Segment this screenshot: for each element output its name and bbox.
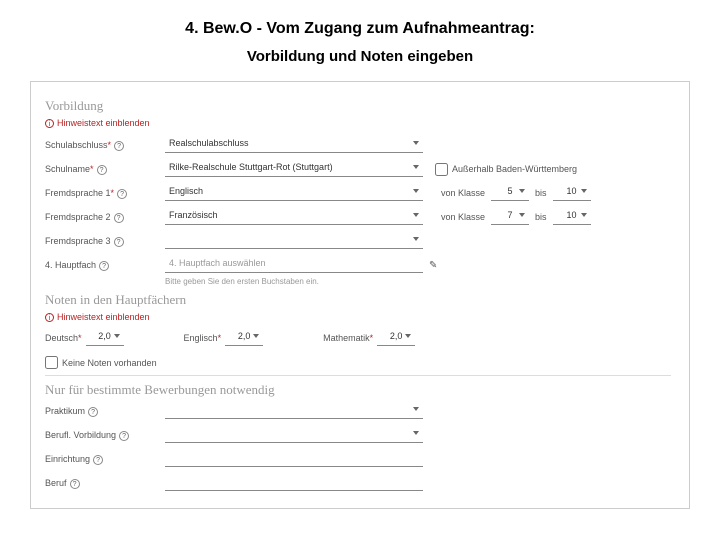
select-fs2-bis[interactable]: 10 <box>553 209 591 225</box>
label-hauptfach4: 4. Hauptfach? <box>45 260 165 271</box>
label-beruf: Beruf? <box>45 478 165 489</box>
pencil-icon[interactable]: ✎ <box>429 260 437 271</box>
label-schulabschluss: Schulabschluss*? <box>45 140 165 151</box>
noten-hint-text: Hinweistext einblenden <box>57 312 150 322</box>
help-icon[interactable]: ? <box>93 455 103 465</box>
label-praktikum: Praktikum? <box>45 406 165 417</box>
input-hauptfach4[interactable]: 4. Hauptfach auswählen <box>165 257 423 273</box>
help-icon[interactable]: ? <box>99 261 109 271</box>
slide-subtitle: Vorbildung und Noten eingeben <box>30 48 690 65</box>
hauptfach-hint: Bitte geben Sie den ersten Buchstaben ei… <box>165 277 671 286</box>
chevron-down-icon <box>519 189 525 193</box>
select-fremdsprache1[interactable]: Englisch <box>165 185 423 201</box>
help-icon[interactable]: ? <box>97 165 107 175</box>
chevron-down-icon <box>519 213 525 217</box>
label-fremdsprache1: Fremdsprache 1*? <box>45 188 165 199</box>
input-einrichtung[interactable] <box>165 451 423 467</box>
help-icon[interactable]: ? <box>114 141 124 151</box>
select-schulname[interactable]: Rilke-Realschule Stuttgart-Rot (Stuttgar… <box>165 161 423 177</box>
label-englisch: Englisch* <box>184 333 222 343</box>
section-weitere-heading: Nur für bestimmte Bewerbungen notwendig <box>45 382 671 398</box>
select-schulabschluss[interactable]: Realschulabschluss <box>165 137 423 153</box>
label-von-klasse: von Klasse <box>441 188 485 198</box>
select-note-deutsch[interactable]: 2,0 <box>86 330 124 346</box>
section-noten-heading: Noten in den Hauptfächern <box>45 292 671 308</box>
label-bis: bis <box>535 188 547 198</box>
select-berufl-vorbildung[interactable] <box>165 427 423 443</box>
chevron-down-icon <box>581 213 587 217</box>
help-icon[interactable]: ? <box>70 479 80 489</box>
select-fremdsprache2[interactable]: Französisch <box>165 209 423 225</box>
label-von-klasse: von Klasse <box>441 212 485 222</box>
help-icon[interactable]: ? <box>114 213 124 223</box>
select-praktikum[interactable] <box>165 403 423 419</box>
chevron-down-icon <box>413 189 419 193</box>
chevron-down-icon <box>413 431 419 435</box>
help-icon[interactable]: ? <box>119 431 129 441</box>
help-icon[interactable]: ? <box>114 237 124 247</box>
chevron-down-icon <box>581 189 587 193</box>
chevron-down-icon <box>114 334 120 338</box>
chevron-down-icon <box>253 334 259 338</box>
chevron-down-icon <box>413 237 419 241</box>
section-vorbildung-heading: Vorbildung <box>45 98 671 114</box>
help-icon[interactable]: ? <box>117 189 127 199</box>
form-panel: Vorbildung iHinweistext einblenden Schul… <box>30 81 690 509</box>
select-note-englisch[interactable]: 2,0 <box>225 330 263 346</box>
label-fremdsprache3: Fremdsprache 3? <box>45 236 165 247</box>
label-mathematik: Mathematik* <box>323 333 373 343</box>
chevron-down-icon <box>413 141 419 145</box>
info-icon: i <box>45 119 54 128</box>
chevron-down-icon <box>405 334 411 338</box>
select-fs2-von[interactable]: 7 <box>491 209 529 225</box>
select-note-mathe[interactable]: 2,0 <box>377 330 415 346</box>
label-deutsch: Deutsch* <box>45 333 82 343</box>
info-icon: i <box>45 313 54 322</box>
chevron-down-icon <box>413 407 419 411</box>
label-einrichtung: Einrichtung? <box>45 454 165 465</box>
noten-hint[interactable]: iHinweistext einblenden <box>45 312 671 322</box>
select-fs1-bis[interactable]: 10 <box>553 185 591 201</box>
label-bis: bis <box>535 212 547 222</box>
chevron-down-icon <box>413 165 419 169</box>
label-schulname: Schulname*? <box>45 164 165 175</box>
slide-title: 4. Bew.O - Vom Zugang zum Aufnahmeantrag… <box>30 20 690 38</box>
label-fremdsprache2: Fremdsprache 2? <box>45 212 165 223</box>
help-icon[interactable]: ? <box>88 407 98 417</box>
select-fs1-von[interactable]: 5 <box>491 185 529 201</box>
vorbildung-hint-text: Hinweistext einblenden <box>57 118 150 128</box>
chevron-down-icon <box>413 213 419 217</box>
label-berufl-vorbildung: Berufl. Vorbildung? <box>45 430 165 441</box>
select-fremdsprache3[interactable] <box>165 233 423 249</box>
checkbox-ausserhalb[interactable]: Außerhalb Baden-Württemberg <box>435 163 577 176</box>
input-beruf[interactable] <box>165 475 423 491</box>
checkbox-keine-noten[interactable]: Keine Noten vorhanden <box>45 356 671 369</box>
vorbildung-hint[interactable]: iHinweistext einblenden <box>45 118 671 128</box>
